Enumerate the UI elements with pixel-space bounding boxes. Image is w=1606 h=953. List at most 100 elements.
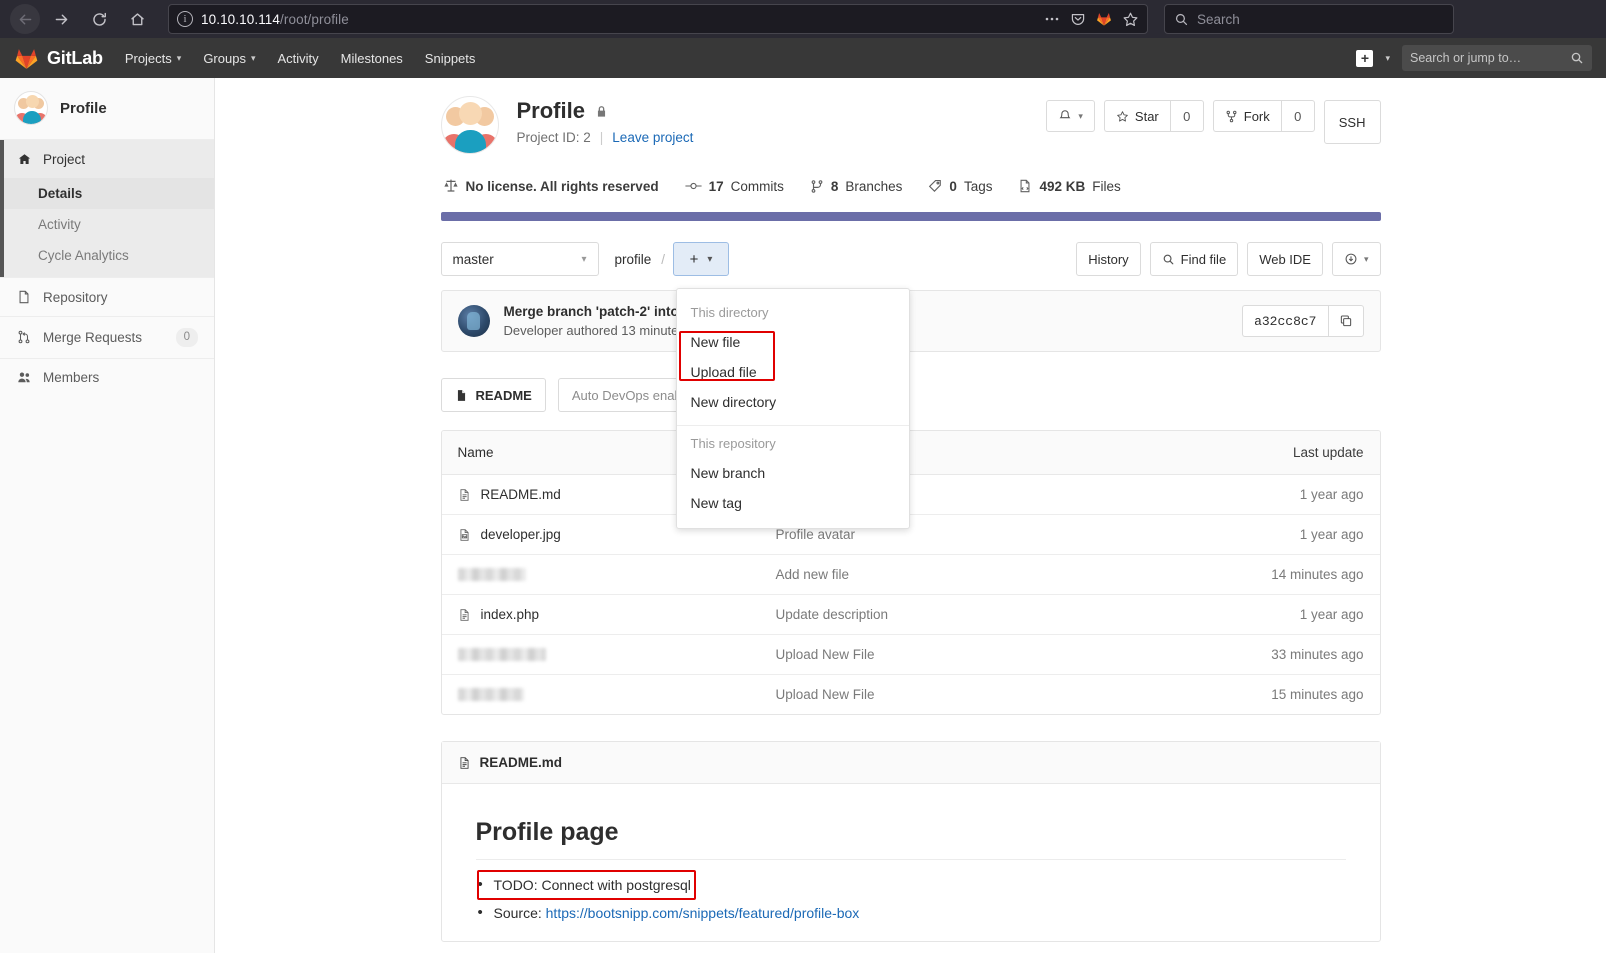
redacted-file-name — [457, 688, 524, 701]
menu-item-upload-file[interactable]: Upload file — [677, 357, 909, 387]
table-row[interactable]: README.md 1 year ago — [441, 475, 1380, 515]
sidebar-repository-section: Repository — [0, 277, 214, 316]
star-count[interactable]: 0 — [1169, 100, 1204, 132]
sidebar-item-members[interactable]: Members — [0, 359, 214, 397]
chevron-down-icon: ▾ — [581, 253, 587, 265]
table-row[interactable]: developer.jpg Profile avatar 1 year ago — [441, 515, 1380, 555]
project-header: Profile Project ID: 2 | Leave project ▾ … — [440, 96, 1381, 154]
readme-list: TODO: Connect with postgresql Source: ht… — [476, 869, 1346, 926]
ellipsis-icon[interactable] — [1044, 11, 1060, 27]
readme-chip[interactable]: README — [440, 378, 546, 412]
table-row[interactable]: Upload New File 15 minutes ago — [442, 675, 1380, 714]
ssh-clone-button[interactable]: SSH — [1323, 100, 1381, 144]
table-row[interactable]: Upload New File 33 minutes ago — [441, 635, 1380, 675]
repo-badges: README Auto DevOps enabled — [440, 378, 1381, 412]
branch-icon — [810, 179, 824, 194]
gitlab-extension-icon[interactable] — [1096, 11, 1112, 27]
commit-sha[interactable]: a32cc8c7 — [1242, 305, 1328, 337]
sidebar-item-project[interactable]: Project — [0, 140, 214, 178]
notification-dropdown-button[interactable]: ▾ — [1046, 100, 1095, 132]
plus-square-icon[interactable]: + — [1356, 49, 1374, 67]
gitlab-wordmark: GitLab — [47, 47, 103, 68]
stat-tags-count: 0 — [949, 178, 957, 194]
info-icon[interactable]: i — [177, 11, 193, 27]
fork-button[interactable]: Fork — [1212, 100, 1281, 132]
last-update-cell: 15 minutes ago — [1271, 687, 1364, 702]
browser-search-field[interactable]: Search — [1164, 4, 1454, 34]
nav-item-milestones[interactable]: Milestones — [341, 51, 403, 66]
add-to-tree-dropdown-button[interactable]: + ▾ — [673, 242, 730, 276]
copy-icon[interactable] — [1327, 305, 1364, 337]
sidebar-item-repository[interactable]: Repository — [0, 278, 214, 316]
address-bar[interactable]: i 10.10.10.114/root/profile — [168, 4, 1148, 34]
url-path: /root/profile — [280, 11, 349, 27]
star-button[interactable]: Star — [1103, 100, 1170, 132]
nav-item-projects[interactable]: Projects ▾ — [125, 51, 182, 66]
readme-header: README.md — [441, 742, 1380, 784]
leave-project-link[interactable]: Leave project — [612, 130, 693, 145]
stat-license[interactable]: No license. All rights reserved — [443, 178, 659, 194]
sidebar-project-header[interactable]: Profile — [0, 78, 214, 139]
stat-files[interactable]: 492 KB Files — [1018, 179, 1121, 194]
project-avatar-icon — [14, 91, 48, 125]
repo-toolbar: master ▾ profile / + ▾ History Find file… — [440, 242, 1381, 529]
menu-item-new-directory[interactable]: New directory — [677, 387, 909, 417]
readme-file-name[interactable]: README.md — [480, 755, 563, 770]
home-icon — [16, 151, 32, 167]
reload-button[interactable] — [82, 3, 116, 35]
list-item: TODO: Connect with postgresql — [476, 869, 1346, 901]
sidebar-item-merge-requests[interactable]: Merge Requests 0 — [0, 317, 214, 358]
table-row[interactable]: index.php Update description 1 year ago — [441, 595, 1380, 635]
branch-selector[interactable]: master ▾ — [440, 242, 599, 276]
fork-count[interactable]: 0 — [1280, 100, 1315, 132]
star-bookmark-icon[interactable] — [1122, 11, 1139, 28]
download-icon — [1344, 252, 1358, 266]
file-name-cell[interactable] — [457, 648, 776, 661]
file-name-cell[interactable] — [457, 568, 776, 581]
readme-todo-text: TODO: Connect with postgresql — [493, 877, 691, 893]
sidebar-item-details[interactable]: Details — [0, 178, 214, 209]
lock-icon — [594, 104, 609, 119]
file-list-table: Name Last update README.md 1 year ago de… — [440, 430, 1381, 715]
pocket-icon[interactable] — [1070, 11, 1086, 27]
table-row[interactable]: Add new file 14 minutes ago — [441, 555, 1380, 595]
stat-tags[interactable]: 0 Tags — [928, 179, 992, 194]
back-button[interactable] — [10, 4, 40, 34]
redacted-file-name — [457, 568, 526, 581]
sidebar-item-activity[interactable]: Activity — [0, 209, 214, 240]
gitlab-brand[interactable]: GitLab — [14, 46, 103, 71]
menu-item-new-file[interactable]: New file — [677, 327, 909, 357]
nav-item-groups[interactable]: Groups ▾ — [203, 51, 255, 66]
fork-button-group: Fork 0 — [1212, 100, 1315, 132]
gitlab-search-placeholder: Search or jump to… — [1410, 51, 1522, 65]
web-ide-button[interactable]: Web IDE — [1247, 242, 1323, 276]
sidebar-subitems: Details Activity Cycle Analytics — [0, 178, 214, 277]
nav-item-activity[interactable]: Activity — [277, 51, 318, 66]
stat-commits-label: Commits — [730, 178, 784, 194]
forward-button[interactable] — [44, 3, 78, 35]
readme-source-label: Source: — [493, 905, 542, 922]
browser-toolbar: i 10.10.10.114/root/profile Search — [0, 0, 1606, 38]
menu-item-new-tag[interactable]: New tag — [677, 488, 909, 518]
menu-item-new-branch[interactable]: New branch — [677, 458, 909, 488]
breadcrumb-path[interactable]: profile — [615, 252, 652, 267]
file-name-cell[interactable]: index.php — [458, 607, 776, 622]
chevron-down-icon[interactable]: ▾ — [1385, 53, 1390, 64]
readme-source-link[interactable]: https://bootsnipp.com/snippets/featured/… — [546, 905, 860, 921]
stat-commits[interactable]: 17 Commits — [685, 179, 784, 194]
stat-branches[interactable]: 8 Branches — [810, 179, 902, 194]
home-button[interactable] — [120, 3, 154, 35]
download-dropdown-button[interactable]: ▾ — [1331, 242, 1381, 276]
branch-selector-value: master — [452, 251, 494, 267]
file-name-cell[interactable] — [457, 688, 776, 701]
last-update-cell: 33 minutes ago — [1271, 647, 1364, 662]
file-name-cell[interactable]: developer.jpg — [458, 527, 776, 542]
fork-label: Fork — [1243, 108, 1270, 124]
file-name-text: README.md — [480, 487, 561, 502]
sidebar-item-cycle-analytics[interactable]: Cycle Analytics — [0, 240, 214, 271]
find-file-button[interactable]: Find file — [1149, 242, 1239, 276]
gitlab-search-input[interactable]: Search or jump to… — [1402, 45, 1592, 71]
history-button[interactable]: History — [1076, 242, 1141, 276]
nav-item-snippets[interactable]: Snippets — [425, 51, 476, 66]
file-icon — [455, 389, 468, 402]
